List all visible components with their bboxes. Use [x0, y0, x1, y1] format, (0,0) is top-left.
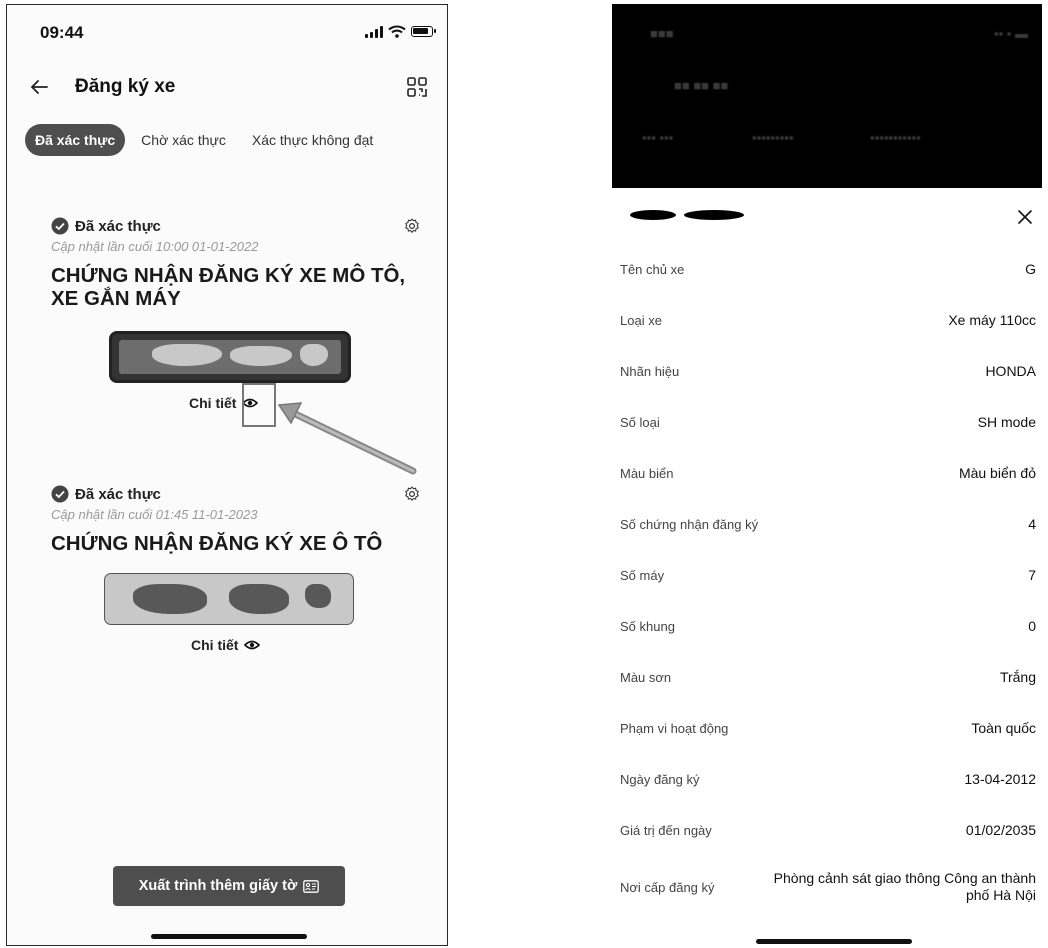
dimmed-status-time: ■■■ [650, 26, 674, 41]
dimmed-background-overlay[interactable]: ■■■ ▪▪ ▪ ▬ ■■ ■■ ■■ ▪▪▪ ▪▪▪ ▪▪▪▪▪▪▪▪▪ ▪▪… [612, 4, 1042, 188]
dimmed-page-title: ■■ ■■ ■■ [674, 78, 729, 93]
row-value: Toàn quốc [971, 720, 1036, 736]
qr-scan-icon[interactable] [405, 75, 429, 99]
detail-row-certificate-number: Số chứng nhận đăng ký 4 [612, 499, 1042, 550]
row-label: Số máy [620, 568, 665, 583]
detail-row-valid-until: Giá trị đến ngày 01/02/2035 [612, 805, 1042, 856]
page-title: Đăng ký xe [75, 76, 176, 97]
home-indicator [151, 934, 307, 939]
vehicle-detail-list: Tên chủ xe G Loại xe Xe máy 110cc Nhãn h… [612, 244, 1042, 918]
row-value: SH mode [977, 414, 1036, 430]
status-icons [365, 25, 436, 38]
row-value: 01/02/2035 [965, 822, 1036, 838]
eye-icon[interactable] [244, 639, 261, 651]
row-label: Số chứng nhận đăng ký [620, 517, 759, 532]
document-card-motorbike[interactable]: Đã xác thực Cập nhật lần cuối 10:00 01-0… [51, 215, 421, 310]
detail-row-plate-color: Màu biển Màu biển đỏ [612, 448, 1042, 499]
cellular-signal-icon [365, 25, 383, 38]
status-time: 09:44 [40, 23, 84, 42]
row-label: Số loại [620, 415, 660, 430]
wifi-icon [388, 25, 406, 38]
detail-row-owner: Tên chủ xe G [612, 244, 1042, 295]
home-indicator [756, 939, 912, 944]
redacted-license-plate-image [104, 573, 354, 625]
detail-row-engine-number: Số máy 7 [612, 550, 1042, 601]
card-status-label: Đã xác thực [75, 217, 161, 235]
detail-sheet-header [612, 198, 1042, 238]
status-bar: 09:44 [7, 5, 447, 51]
detail-label: Chi tiết [189, 395, 237, 411]
dimmed-tab: ▪▪▪▪▪▪▪▪▪ [752, 130, 794, 145]
status-tabs: Đã xác thực Chờ xác thực Xác thực không … [25, 124, 399, 156]
detail-row-model: Số loại SH mode [612, 397, 1042, 448]
right-phone-screen: ■■■ ▪▪ ▪ ▬ ■■ ■■ ■■ ▪▪▪ ▪▪▪ ▪▪▪▪▪▪▪▪▪ ▪▪… [612, 4, 1042, 946]
row-label: Giá trị đến ngày [620, 823, 712, 838]
left-phone-screen: 09:44 Đăng ký xe Đã xác thực Chờ xác thự… [6, 4, 448, 946]
document-card-car[interactable]: Đã xác thực Cập nhật lần cuối 01:45 11-0… [51, 483, 421, 555]
row-label: Nơi cấp đăng ký [620, 879, 715, 895]
close-icon[interactable] [1016, 208, 1034, 226]
id-card-icon [303, 879, 320, 893]
gear-icon[interactable] [403, 217, 421, 235]
card-status-row: Đã xác thực [51, 483, 421, 505]
detail-link[interactable]: Chi tiết [191, 637, 261, 653]
gear-icon[interactable] [403, 485, 421, 503]
redacted-plate-number [684, 210, 744, 220]
card-title: CHỨNG NHẬN ĐĂNG KÝ XE Ô TÔ [51, 532, 383, 555]
row-label: Màu sơn [620, 670, 672, 685]
check-circle-icon [51, 485, 69, 503]
detail-row-chassis-number: Số khung 0 [612, 601, 1042, 652]
app-bar: Đăng ký xe [7, 67, 447, 107]
card-status-row: Đã xác thực [51, 215, 421, 237]
card-title: CHỨNG NHẬN ĐĂNG KÝ XE MÔ TÔ, XE GẮN MÁY [51, 264, 406, 310]
row-value: 0 [1028, 618, 1036, 634]
row-value: 7 [1028, 567, 1036, 583]
card-updated-time: Cập nhật lần cuối 01:45 11-01-2023 [51, 507, 258, 522]
battery-icon [411, 26, 436, 37]
row-label: Phạm vi hoạt động [620, 721, 729, 736]
row-label: Màu biển [620, 466, 674, 481]
export-button-label: Xuất trình thêm giấy tờ [138, 878, 298, 894]
detail-row-operating-scope: Phạm vi hoạt động Toàn quốc [612, 703, 1042, 754]
detail-row-registration-date: Ngày đăng ký 13-04-2012 [612, 754, 1042, 805]
row-value: G [1025, 261, 1036, 277]
tab-pending[interactable]: Chờ xác thực [141, 132, 226, 148]
row-label: Ngày đăng ký [620, 772, 700, 787]
row-value: Phòng cảnh sát giao thông Công an thành … [773, 870, 1036, 903]
detail-row-vehicle-type: Loại xe Xe máy 110cc [612, 295, 1042, 346]
detail-label: Chi tiết [191, 637, 239, 653]
detail-row-brand: Nhãn hiệu HONDA [612, 346, 1042, 397]
dimmed-tab: ▪▪▪ ▪▪▪ [642, 130, 674, 145]
pointer-arrow-annotation [277, 402, 417, 475]
detail-row-issuing-authority: Nơi cấp đăng ký Phòng cảnh sát giao thôn… [612, 856, 1042, 918]
row-label: Tên chủ xe [620, 262, 685, 277]
row-label: Nhãn hiệu [620, 364, 680, 379]
tab-verified[interactable]: Đã xác thực [25, 124, 126, 156]
row-value: HONDA [985, 363, 1036, 379]
card-updated-time: Cập nhật lần cuối 10:00 01-01-2022 [51, 239, 259, 254]
row-label: Số khung [620, 619, 675, 634]
dimmed-tab: ▪▪▪▪▪▪▪▪▪▪▪ [870, 130, 921, 145]
redacted-plate-number [630, 210, 676, 220]
check-circle-icon [51, 217, 69, 235]
arrow-left-icon[interactable] [27, 75, 51, 99]
dimmed-status-icons: ▪▪ ▪ ▬ [993, 26, 1028, 41]
redacted-license-plate-image [109, 331, 351, 383]
row-value: Trắng [999, 669, 1036, 685]
row-value: Màu biển đỏ [958, 465, 1036, 481]
card-status-label: Đã xác thực [75, 485, 161, 503]
export-documents-button[interactable]: Xuất trình thêm giấy tờ [113, 866, 345, 906]
detail-row-paint-color: Màu sơn Trắng [612, 652, 1042, 703]
row-value: 13-04-2012 [964, 771, 1036, 787]
row-value: Xe máy 110cc [948, 312, 1036, 328]
tab-rejected[interactable]: Xác thực không đạt [252, 132, 373, 148]
row-label: Loại xe [620, 313, 662, 328]
row-value: 4 [1028, 516, 1036, 532]
